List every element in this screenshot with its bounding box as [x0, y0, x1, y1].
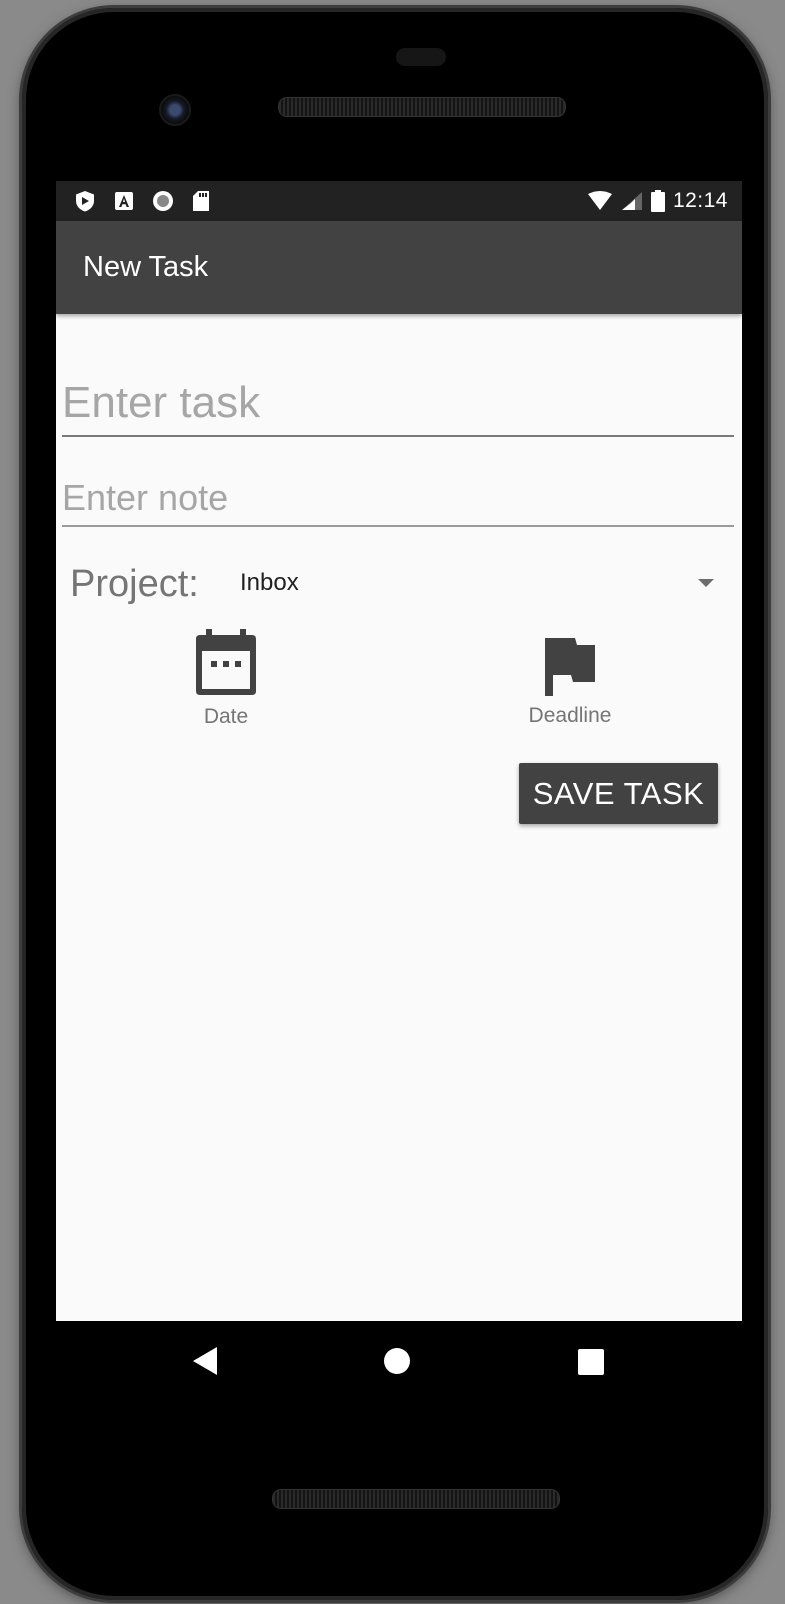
app-bar: New Task — [56, 221, 742, 314]
date-button[interactable]: Date — [182, 629, 270, 729]
project-dropdown[interactable]: Inbox — [232, 551, 722, 617]
project-selected-value: Inbox — [240, 569, 299, 596]
sd-card-icon — [193, 191, 209, 211]
deadline-label: Deadline — [528, 704, 612, 727]
signal-icon — [621, 192, 642, 210]
shield-icon — [76, 191, 94, 212]
status-notification-icons — [74, 190, 210, 212]
wifi-icon — [587, 191, 612, 210]
back-icon[interactable] — [191, 1346, 219, 1376]
flag-icon — [545, 638, 595, 696]
deadline-button[interactable]: Deadline — [518, 636, 622, 728]
earpiece-notch — [396, 48, 446, 66]
page-title: New Task — [83, 251, 209, 283]
date-label: Date — [203, 705, 249, 728]
task-input[interactable] — [62, 371, 734, 437]
bottom-speaker — [272, 1489, 560, 1509]
record-icon — [153, 191, 173, 211]
status-time: 12:14 — [672, 189, 728, 212]
recents-icon[interactable] — [578, 1349, 604, 1375]
a-box-icon — [115, 192, 133, 210]
navigation-bar — [56, 1321, 742, 1401]
front-camera — [159, 94, 191, 126]
note-input[interactable] — [62, 471, 734, 527]
dropdown-arrow-icon — [698, 579, 714, 587]
screen: 12:14 New Task Project: Inbox Date Deadl… — [56, 181, 742, 1321]
battery-icon — [650, 190, 665, 212]
status-bar: 12:14 — [56, 181, 742, 221]
save-task-button[interactable]: SAVE TASK — [519, 763, 718, 824]
calendar-icon — [196, 629, 256, 695]
project-label: Project: — [70, 563, 199, 605]
home-icon[interactable] — [383, 1347, 411, 1375]
status-system-icons: 12:14 — [587, 189, 728, 213]
top-speaker — [278, 97, 566, 117]
